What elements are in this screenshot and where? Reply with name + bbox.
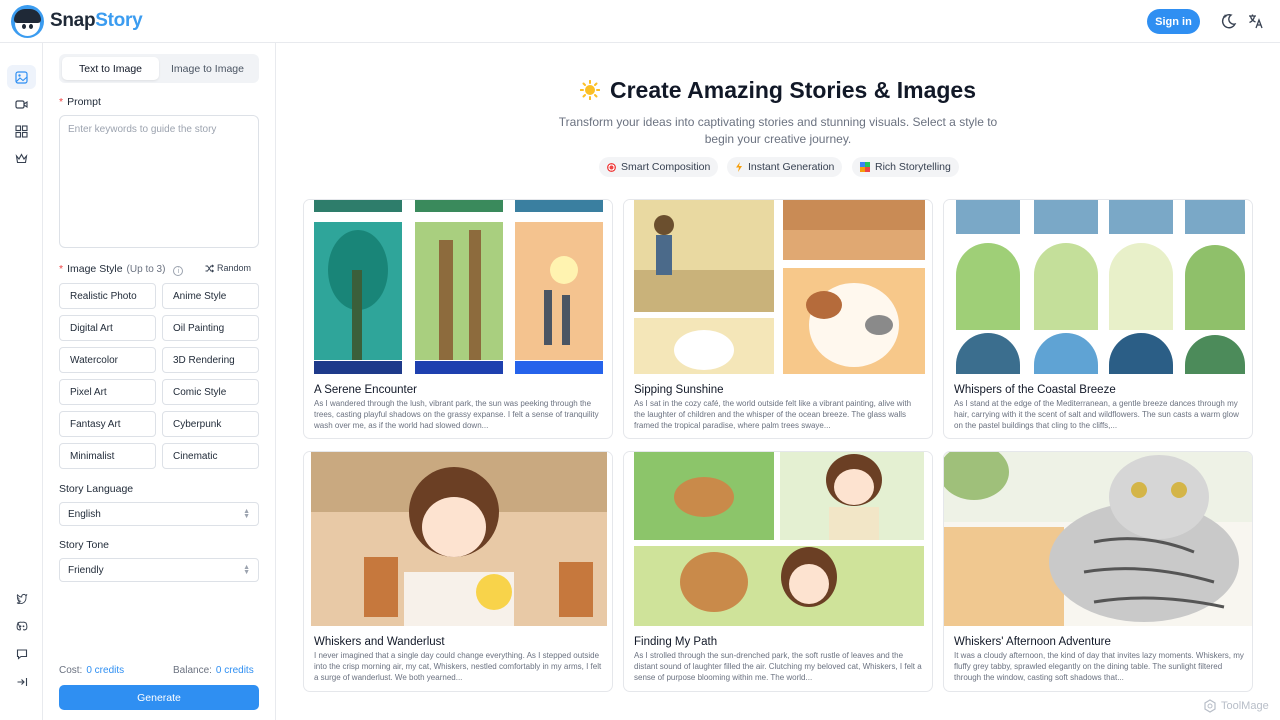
select-caret-icon: ▲ ▼: [243, 508, 250, 520]
rail-video-button[interactable]: [7, 92, 36, 116]
random-style-button[interactable]: Random: [205, 263, 251, 273]
story-card-excerpt: As I strolled through the sun-drenched p…: [634, 651, 922, 682]
feature-badge: Instant Generation: [727, 157, 843, 177]
story-tone-value: Friendly: [68, 564, 104, 576]
lightning-icon: [736, 162, 742, 172]
palette-icon: [860, 162, 870, 172]
app-logo[interactable]: SnapStory: [11, 4, 143, 38]
page-title: Create Amazing Stories & Images: [276, 77, 1280, 104]
story-card-title: Whiskers and Wanderlust: [314, 636, 445, 648]
style-option[interactable]: Fantasy Art: [59, 411, 156, 437]
theme-toggle-icon[interactable]: [1220, 12, 1238, 30]
rail-gallery-button[interactable]: [7, 119, 36, 143]
tab-text-to-image[interactable]: Text to Image: [62, 57, 159, 80]
story-language-select[interactable]: English ▲ ▼: [59, 502, 259, 526]
page-subtitle: Transform your ideas into captivating st…: [558, 115, 998, 146]
story-language-value: English: [68, 508, 101, 520]
rail-feedback-button[interactable]: [7, 642, 36, 666]
crown-icon: [15, 152, 28, 163]
style-option[interactable]: Pixel Art: [59, 379, 156, 405]
style-option[interactable]: Cinematic: [162, 443, 259, 469]
story-card-excerpt: As I wandered through the lush, vibrant …: [314, 399, 599, 430]
grid-icon: [15, 124, 28, 138]
discord-icon: [16, 621, 27, 631]
left-icon-rail: [0, 43, 43, 720]
video-icon: [15, 99, 28, 109]
image-style-label: * Image Style (Up to 3) i: [59, 263, 184, 276]
feature-badge: Rich Storytelling: [852, 157, 959, 177]
story-card-excerpt: It was a cloudy afternoon, the kind of d…: [954, 651, 1244, 682]
story-card-title: A Serene Encounter: [314, 384, 417, 396]
story-card-title: Finding My Path: [634, 636, 718, 648]
story-card-image: [944, 452, 1252, 626]
top-header: SnapStory Sign in: [0, 0, 1280, 43]
story-card-image: [624, 452, 932, 626]
story-card[interactable]: Whispers of the Coastal Breeze As I stan…: [943, 199, 1253, 439]
watermark: ToolMage: [1203, 699, 1269, 713]
toolmage-logo-icon: [1204, 699, 1216, 713]
story-card-image: [944, 200, 1252, 374]
story-card-excerpt: As I sat in the cozy café, the world out…: [634, 399, 912, 430]
prompt-textarea[interactable]: Enter keywords to guide the story: [59, 115, 259, 248]
target-icon: [607, 162, 616, 172]
main-content: Create Amazing Stories & Images Transfor…: [276, 43, 1280, 720]
story-tone-label: Story Tone: [59, 539, 110, 551]
story-card[interactable]: Finding My Path As I strolled through th…: [623, 451, 933, 692]
story-card-title: Sipping Sunshine: [634, 384, 724, 396]
style-option[interactable]: Oil Painting: [162, 315, 259, 341]
tab-image-to-image[interactable]: Image to Image: [159, 57, 256, 80]
cost-readout: Cost: 0 credits: [59, 665, 125, 676]
style-option[interactable]: Comic Style: [162, 379, 259, 405]
app-name: SnapStory: [50, 10, 143, 31]
generation-panel: Text to Image Image to Image * Prompt Ent…: [43, 43, 276, 720]
story-card[interactable]: Whiskers' Afternoon Adventure It was a c…: [943, 451, 1253, 692]
sun-icon: [580, 80, 600, 100]
select-caret-icon: ▲ ▼: [243, 564, 250, 576]
story-card-image: [304, 452, 612, 626]
story-card[interactable]: Sipping Sunshine As I sat in the cozy ca…: [623, 199, 933, 439]
story-card-excerpt: I never imagined that a single day could…: [314, 651, 602, 682]
story-card[interactable]: Whiskers and Wanderlust I never imagined…: [303, 451, 613, 692]
story-card-title: Whispers of the Coastal Breeze: [954, 384, 1116, 396]
style-option[interactable]: Anime Style: [162, 283, 259, 309]
story-card-image: [624, 200, 932, 374]
twitter-icon: [16, 593, 27, 604]
rail-twitter-button[interactable]: [7, 586, 36, 610]
shuffle-icon: [205, 263, 214, 273]
message-icon: [16, 649, 27, 660]
prompt-label: * Prompt: [59, 96, 101, 108]
style-option[interactable]: Cyberpunk: [162, 411, 259, 437]
rail-premium-button[interactable]: [7, 146, 36, 170]
style-option[interactable]: Digital Art: [59, 315, 156, 341]
story-language-label: Story Language: [59, 483, 134, 495]
story-tone-select[interactable]: Friendly ▲ ▼: [59, 558, 259, 582]
style-option[interactable]: Watercolor: [59, 347, 156, 373]
image-icon: [15, 70, 28, 84]
language-icon[interactable]: [1247, 12, 1265, 30]
story-card-image: [304, 200, 612, 374]
style-option[interactable]: 3D Rendering: [162, 347, 259, 373]
rail-image-button[interactable]: [7, 65, 36, 89]
style-option[interactable]: Realistic Photo: [59, 283, 156, 309]
feature-badge: Smart Composition: [599, 157, 719, 177]
info-icon[interactable]: i: [173, 266, 184, 276]
sign-in-button[interactable]: Sign in: [1147, 9, 1200, 34]
story-card-excerpt: As I stand at the edge of the Mediterran…: [954, 399, 1239, 430]
logo-mascot-icon: [11, 4, 44, 38]
story-card-title: Whiskers' Afternoon Adventure: [954, 636, 1111, 648]
balance-readout: Balance: 0 credits: [173, 665, 254, 676]
collapse-arrow-icon: [17, 678, 27, 686]
rail-collapse-button[interactable]: [7, 670, 36, 694]
rail-discord-button[interactable]: [7, 614, 36, 638]
style-option[interactable]: Minimalist: [59, 443, 156, 469]
mode-tabs: Text to Image Image to Image: [59, 54, 259, 83]
generate-button[interactable]: Generate: [59, 685, 259, 710]
story-card[interactable]: A Serene Encounter As I wandered through…: [303, 199, 613, 439]
